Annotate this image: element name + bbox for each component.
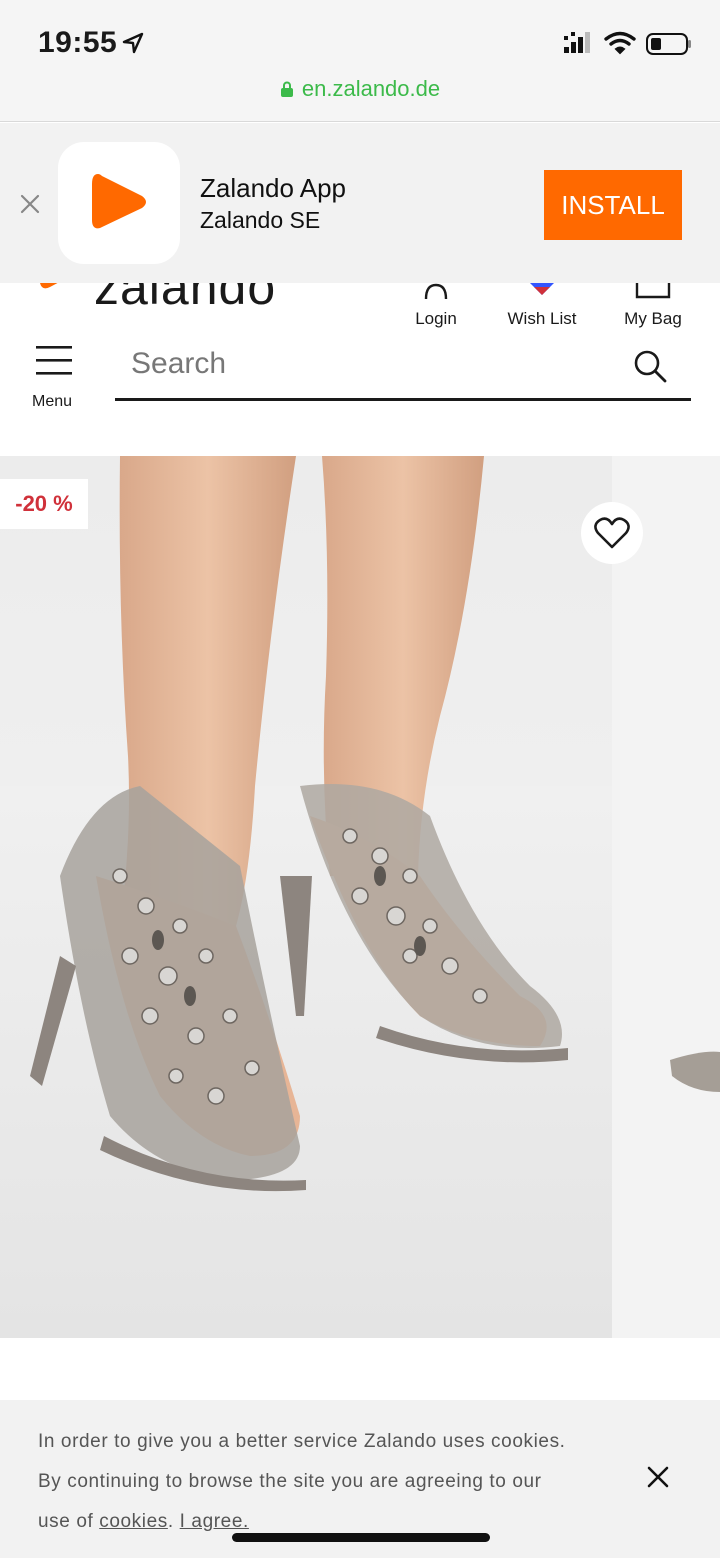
url-bar[interactable]: en.zalando.de	[0, 76, 720, 102]
search-input[interactable]	[131, 343, 611, 385]
cellular-signal-icon	[564, 32, 590, 53]
app-icon	[58, 142, 180, 264]
status-bar: 19:55 en.zalando.de	[0, 0, 720, 122]
status-time: 19:55	[38, 26, 118, 59]
app-name: Zalando App	[200, 173, 347, 203]
battery-icon	[646, 33, 691, 55]
login-label: Login	[415, 309, 457, 328]
cookie-separator: .	[167, 1511, 174, 1532]
cookie-text-line-2: By continuing to browse the site you are…	[38, 1471, 542, 1492]
menu-button[interactable]	[30, 345, 78, 380]
close-icon[interactable]	[16, 190, 44, 218]
my-bag-label: My Bag	[624, 309, 682, 328]
sandal-photo-illustration	[0, 456, 612, 1338]
user-icon	[424, 283, 448, 299]
wifi-icon	[604, 31, 636, 55]
cookie-text: In order to give you a better service Za…	[38, 1422, 618, 1542]
logo-mark-icon	[40, 283, 58, 289]
url-text: en.zalando.de	[301, 76, 441, 101]
home-indicator[interactable]	[232, 1533, 490, 1542]
app-company: Zalando SE	[200, 207, 321, 233]
wish-list-heart-icon	[530, 283, 554, 295]
agree-link[interactable]: I agree.	[180, 1511, 249, 1532]
login-button[interactable]: Login	[406, 283, 466, 329]
bag-icon	[635, 283, 671, 299]
next-image-preview	[670, 1051, 720, 1092]
install-button[interactable]: INSTALL	[544, 170, 682, 240]
hamburger-icon	[36, 346, 72, 375]
product-gallery: -20 %	[0, 433, 720, 1400]
product-image[interactable]	[0, 456, 612, 1338]
menu-label: Menu	[32, 393, 73, 410]
cookie-text-line-1: In order to give you a better service Za…	[38, 1431, 566, 1452]
site-header: zalando Login Wish List My Bag Menu	[0, 283, 720, 433]
zalando-logo[interactable]: zalando	[38, 283, 276, 313]
cookies-link[interactable]: cookies	[99, 1511, 168, 1532]
my-bag-button[interactable]: My Bag	[618, 283, 688, 329]
discount-badge: -20 %	[0, 479, 88, 529]
search-icon[interactable]	[633, 349, 667, 383]
wish-list-label: Wish List	[507, 309, 577, 328]
close-icon[interactable]	[646, 1465, 670, 1489]
lock-icon	[280, 81, 293, 97]
next-product-image[interactable]	[612, 456, 720, 1338]
zalando-play-icon	[92, 174, 146, 229]
cookie-text-prefix: use of	[38, 1511, 94, 1532]
wish-list-button[interactable]: Wish List	[500, 283, 584, 329]
logo-text: zalando	[94, 283, 277, 315]
location-arrow-icon	[122, 32, 144, 54]
add-to-wishlist-button[interactable]	[581, 502, 643, 564]
search-bar	[115, 335, 691, 401]
heart-icon	[594, 517, 630, 549]
